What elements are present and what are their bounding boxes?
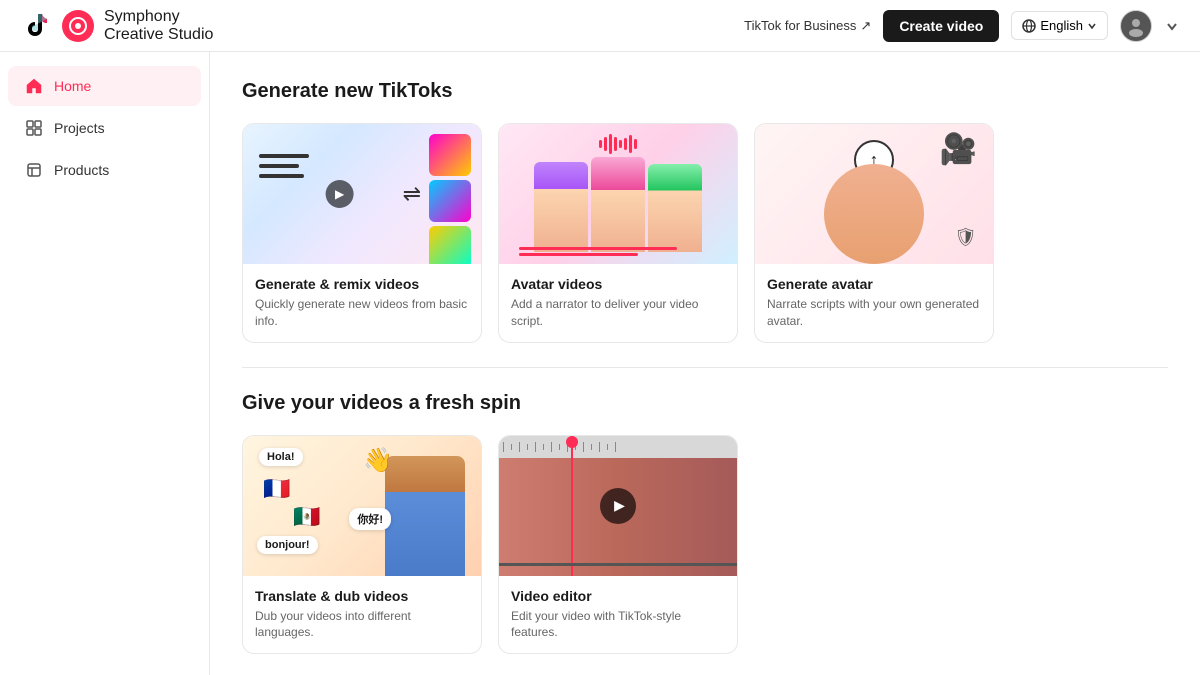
sidebar-item-home[interactable]: Home [8,66,201,106]
sidebar: Home Projects Products [0,52,210,675]
card3-title: Generate avatar [767,276,981,292]
external-link-icon: ↗ [860,18,871,34]
sidebar-home-label: Home [54,78,91,94]
mexican-flag: 🇲🇽 [293,504,320,530]
play-button: ▶ [600,488,636,524]
projects-icon [24,118,44,138]
sidebar-item-products[interactable]: Products [8,150,201,190]
card-translate-dub[interactable]: 👋 Hola! 🇫🇷 🇲🇽 bonjour! 你好! Translate & d… [242,435,482,655]
card2-title: Avatar videos [511,276,725,292]
translate-person [385,456,465,576]
section2-title: Give your videos a fresh spin [242,392,1168,415]
editor-card-desc: Edit your video with TikTok-style featur… [511,608,725,642]
tiktok-business-label: TikTok for Business [744,18,856,33]
chevron-down-small-icon [1164,18,1180,34]
card3-body: Generate avatar Narrate scripts with you… [755,264,993,342]
wave-hand-icon: 👋 [363,446,393,475]
card1-lines [259,154,309,184]
freshen-cards-row: 👋 Hola! 🇫🇷 🇲🇽 bonjour! 你好! Translate & d… [242,435,1168,655]
card-generate-remix[interactable]: ⇌ ▶ Generate & remix videos Quickly gene… [242,123,482,343]
card3-image: ↑ 🎥 🛡 [755,124,993,264]
studio-name-bottom: Creative Studio [104,26,213,44]
sound-wave [599,134,637,154]
card2-image: ◼◼ ◼◼◼◼ [499,124,737,264]
avatar-icon [1125,15,1147,37]
section1-title: Generate new TikToks [242,80,1168,103]
home-icon [24,76,44,96]
card1-photos [429,134,471,264]
chevron-down-icon [1087,21,1097,31]
sidebar-item-projects[interactable]: Projects [8,108,201,148]
main-content: Generate new TikToks ⇌ [210,52,1200,675]
french-flag: 🇫🇷 [263,476,290,502]
bonjour-bubble: bonjour! [257,536,318,554]
language-label: English [1040,18,1083,33]
globe-icon [1022,19,1036,33]
studio-name: Symphony Creative Studio [104,8,213,44]
card1-body: Generate & remix videos Quickly generate… [243,264,481,342]
shuffle-icon: ⇌ [403,181,421,207]
header-right: TikTok for Business ↗ Create video Engli… [744,10,1180,42]
translate-card-title: Translate & dub videos [255,588,469,604]
playhead [571,436,573,576]
nihao-bubble: 你好! [349,508,391,530]
layout: Home Projects Products Generate new TikT… [0,52,1200,675]
user-avatar-button[interactable] [1120,10,1152,42]
studio-name-top: Symphony [104,8,213,26]
create-video-button[interactable]: Create video [883,10,999,42]
hola-bubble: Hola! [259,448,303,466]
header-left: Symphony Creative Studio [20,7,213,44]
section-divider-1 [242,367,1168,368]
tiktok-logo [20,7,52,44]
studio-logo [62,10,94,42]
products-icon [24,160,44,180]
card1-title: Generate & remix videos [255,276,469,292]
card-video-editor[interactable]: ▶ Video editor Edit your video with TikT… [498,435,738,655]
editor-card-image: ▶ [499,436,737,576]
timeline-track [499,563,737,566]
translate-card-image: 👋 Hola! 🇫🇷 🇲🇽 bonjour! 你好! [243,436,481,576]
shield-badge-icon: 🛡 [954,227,977,248]
translate-card-desc: Dub your videos into different languages… [255,608,469,642]
editor-card-title: Video editor [511,588,725,604]
sidebar-projects-label: Projects [54,120,105,136]
tiktok-business-link[interactable]: TikTok for Business ↗ [744,18,871,34]
translate-card-body: Translate & dub videos Dub your videos i… [243,576,481,654]
card-generate-avatar[interactable]: ↑ 🎥 🛡 Generate avatar Narrate scripts wi… [754,123,994,343]
avatar-person [824,164,924,264]
camera-icon: 🎥 [940,132,977,167]
language-button[interactable]: English [1011,11,1108,40]
progress-bars [519,247,717,256]
editor-card-body: Video editor Edit your video with TikTok… [499,576,737,654]
header: Symphony Creative Studio TikTok for Busi… [0,0,1200,52]
generate-cards-row: ⇌ ▶ Generate & remix videos Quickly gene… [242,123,1168,343]
card3-desc: Narrate scripts with your own generated … [767,296,981,330]
sidebar-products-label: Products [54,162,109,178]
card2-desc: Add a narrator to deliver your video scr… [511,296,725,330]
play-icon: ▶ [326,180,354,208]
card2-body: Avatar videos Add a narrator to deliver … [499,264,737,342]
card1-desc: Quickly generate new videos from basic i… [255,296,469,330]
card1-image: ⇌ ▶ [243,124,481,264]
timeline-ruler [499,436,737,458]
card-avatar-videos[interactable]: ◼◼ ◼◼◼◼ Avatar videos Add a narrator to … [498,123,738,343]
